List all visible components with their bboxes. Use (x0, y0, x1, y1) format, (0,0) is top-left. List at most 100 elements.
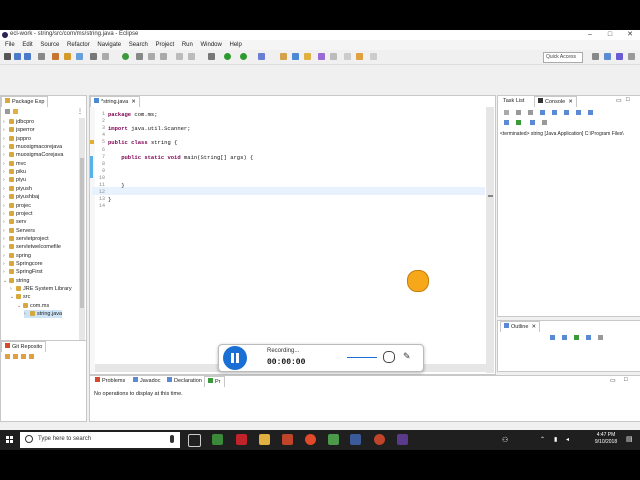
tree-item[interactable]: ⌄ com.ms (17, 302, 49, 310)
code-line[interactable]: } (108, 182, 124, 189)
people-icon[interactable]: ⚇ (502, 436, 510, 444)
file-explorer-icon[interactable] (259, 434, 270, 445)
step-icon[interactable] (136, 53, 143, 60)
refresh-icon[interactable] (29, 354, 34, 359)
menu-run[interactable]: Run (182, 40, 193, 50)
tab-console[interactable]: Console ✕ (534, 96, 577, 107)
tree-item[interactable]: › string.java (24, 310, 63, 319)
create-repo-icon[interactable] (21, 354, 26, 359)
display-console-icon[interactable] (516, 120, 521, 125)
tree-item[interactable]: › piyushbaj (3, 193, 39, 201)
open-type-icon[interactable] (280, 53, 287, 60)
show-on-error-icon[interactable] (588, 110, 593, 115)
tree-item[interactable]: › spring (3, 252, 31, 260)
tree-item[interactable]: › serv (3, 218, 26, 226)
save-icon[interactable] (14, 53, 21, 60)
terminate-icon[interactable] (504, 110, 509, 115)
app-icon-6[interactable] (328, 434, 339, 445)
tab-task-list[interactable]: Task List (500, 96, 527, 106)
close-tab-icon[interactable]: ✕ (131, 99, 136, 105)
chrome-icon[interactable] (305, 434, 316, 445)
tab-progress[interactable]: Pr (204, 376, 225, 387)
annotation-icon[interactable] (330, 53, 337, 60)
use-step-filters-icon[interactable] (188, 53, 195, 60)
app-icon-7[interactable] (350, 434, 361, 445)
package-icon[interactable] (64, 53, 71, 60)
quick-access-field[interactable]: Quick Access (543, 52, 583, 63)
open-console-icon[interactable] (530, 120, 535, 125)
tree-item[interactable]: › piyu (3, 176, 26, 184)
close-icon[interactable]: ✕ (620, 30, 640, 40)
code-line[interactable]: public class string { (108, 139, 177, 146)
external-tools-icon[interactable] (208, 53, 215, 60)
taskbar-clock[interactable]: 4:47 PM 9/10/2018 (586, 432, 626, 446)
debug-config-icon[interactable] (52, 53, 59, 60)
step-over-icon[interactable] (148, 53, 155, 60)
sort-icon[interactable] (550, 335, 555, 340)
tree-item[interactable]: › projec (3, 202, 31, 210)
view-menu-icon[interactable]: ⋮ (77, 108, 83, 115)
hide-static-icon[interactable] (574, 335, 579, 340)
tree-item[interactable]: › piku (3, 168, 26, 176)
open-task-icon[interactable] (304, 53, 311, 60)
java-perspective-icon[interactable] (616, 53, 623, 60)
microphone-icon[interactable] (170, 435, 174, 443)
app-icon-4[interactable] (282, 434, 293, 445)
tree-item[interactable]: › jdbcpro (3, 118, 34, 126)
menu-edit[interactable]: Edit (22, 40, 32, 50)
bottom-minimize-icon[interactable]: ▭ (610, 377, 616, 384)
console-view-menu-icon[interactable] (542, 120, 547, 125)
new-icon[interactable] (4, 53, 11, 60)
app-icon-8[interactable] (374, 434, 385, 445)
print-icon[interactable] (38, 53, 45, 60)
menu-refactor[interactable]: Refactor (67, 40, 90, 50)
debug-icon[interactable] (122, 53, 129, 60)
tree-item[interactable]: › servletproject (3, 235, 49, 243)
scroll-lock-icon[interactable] (552, 110, 557, 115)
add-repo-icon[interactable] (5, 354, 10, 359)
collapse-all-icon[interactable] (5, 109, 10, 114)
code-line[interactable]: package com.ms; (108, 111, 158, 118)
show-on-output-icon[interactable] (576, 110, 581, 115)
run-icon[interactable] (224, 53, 231, 60)
clear-console-icon[interactable] (540, 110, 545, 115)
tab-package-explorer[interactable]: Package Exp (1, 96, 49, 107)
notifications-icon[interactable]: ▤ (626, 435, 633, 443)
tree-item[interactable]: › jsppro (3, 135, 31, 143)
tree-item[interactable]: ⌄ src (10, 293, 30, 301)
webcam-icon[interactable] (383, 351, 395, 363)
app-icon-1[interactable] (212, 434, 223, 445)
tree-item[interactable]: › SpringFirst (3, 268, 43, 276)
tree-item[interactable]: › Servers (3, 227, 35, 235)
menu-source[interactable]: Source (40, 40, 59, 50)
debug-perspective-icon[interactable] (628, 53, 635, 60)
tab-problems[interactable]: Problems (92, 376, 128, 386)
tab-declaration[interactable]: Declaration (164, 376, 205, 386)
java-ee-perspective-icon[interactable] (604, 53, 611, 60)
tree-item[interactable]: › Springcore (3, 260, 43, 268)
save-all-icon[interactable] (24, 53, 31, 60)
remove-all-icon[interactable] (528, 110, 533, 115)
pause-recording-button[interactable] (223, 346, 247, 370)
new-java-class-icon[interactable] (292, 53, 299, 60)
coverage-icon[interactable] (258, 53, 265, 60)
forward-icon[interactable] (370, 53, 377, 60)
link-editor-icon[interactable] (13, 109, 18, 114)
maximize-view-icon[interactable]: □ (626, 97, 630, 103)
network-icon[interactable]: ▮ (554, 436, 557, 443)
remove-launch-icon[interactable] (516, 110, 521, 115)
search-toolbar-icon[interactable] (318, 53, 325, 60)
code-line[interactable]: } (108, 196, 111, 203)
tree-item[interactable]: › project (3, 210, 33, 218)
pen-icon[interactable]: ✎ (403, 351, 411, 362)
tree-item[interactable]: › muosigmacorejava (3, 143, 62, 151)
word-wrap-icon[interactable] (564, 110, 569, 115)
tab-string-java[interactable]: *string.java ✕ (90, 96, 140, 107)
hide-local-types-icon[interactable] (598, 335, 603, 340)
hide-fields-icon[interactable] (562, 335, 567, 340)
minimize-icon[interactable]: – (580, 30, 600, 40)
volume-icon[interactable]: ◂ (566, 436, 569, 443)
menu-navigate[interactable]: Navigate (97, 40, 121, 50)
taskbar-search-box[interactable]: Type here to search (20, 432, 180, 448)
run-last-icon[interactable] (240, 53, 247, 60)
